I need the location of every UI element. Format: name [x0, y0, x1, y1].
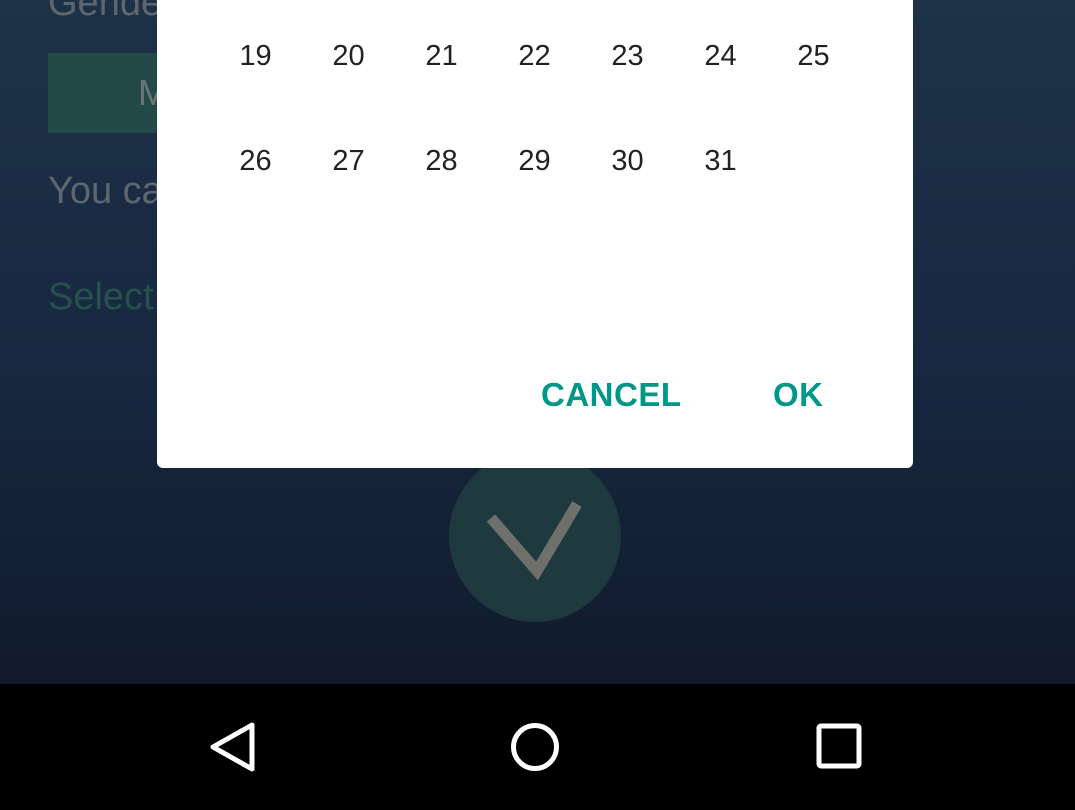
calendar-day[interactable]: 26 [209, 145, 302, 178]
calendar-day[interactable]: 27 [302, 145, 395, 178]
calendar-week: 19 20 21 22 23 24 25 [209, 40, 860, 73]
calendar-day[interactable]: 31 [674, 145, 767, 178]
home-icon[interactable] [510, 722, 560, 772]
calendar-day[interactable]: 22 [488, 40, 581, 73]
confirm-fab-button[interactable] [449, 450, 621, 622]
calendar-week: 26 27 28 29 30 31 [209, 145, 767, 178]
navigation-bar [0, 684, 1075, 810]
gender-label: Gende [48, 0, 163, 24]
calendar-day[interactable]: 24 [674, 40, 767, 73]
calendar-day[interactable]: 29 [488, 145, 581, 178]
calendar-day[interactable]: 21 [395, 40, 488, 73]
cancel-button[interactable]: CANCEL [541, 376, 682, 414]
calendar-day[interactable]: 30 [581, 145, 674, 178]
calendar-day[interactable]: 20 [302, 40, 395, 73]
check-icon [486, 501, 582, 581]
calendar-day[interactable]: 19 [209, 40, 302, 73]
recents-icon[interactable] [815, 722, 865, 772]
calendar-day[interactable]: 28 [395, 145, 488, 178]
ok-button[interactable]: OK [773, 376, 824, 414]
hint-text: You ca [48, 170, 163, 212]
calendar-day[interactable]: 23 [581, 40, 674, 73]
back-icon[interactable] [208, 722, 258, 772]
calendar-day[interactable]: 25 [767, 40, 860, 73]
date-picker-dialog: 19 20 21 22 23 24 25 26 27 28 29 30 31 C… [157, 0, 913, 468]
select-label[interactable]: Select [48, 276, 154, 319]
